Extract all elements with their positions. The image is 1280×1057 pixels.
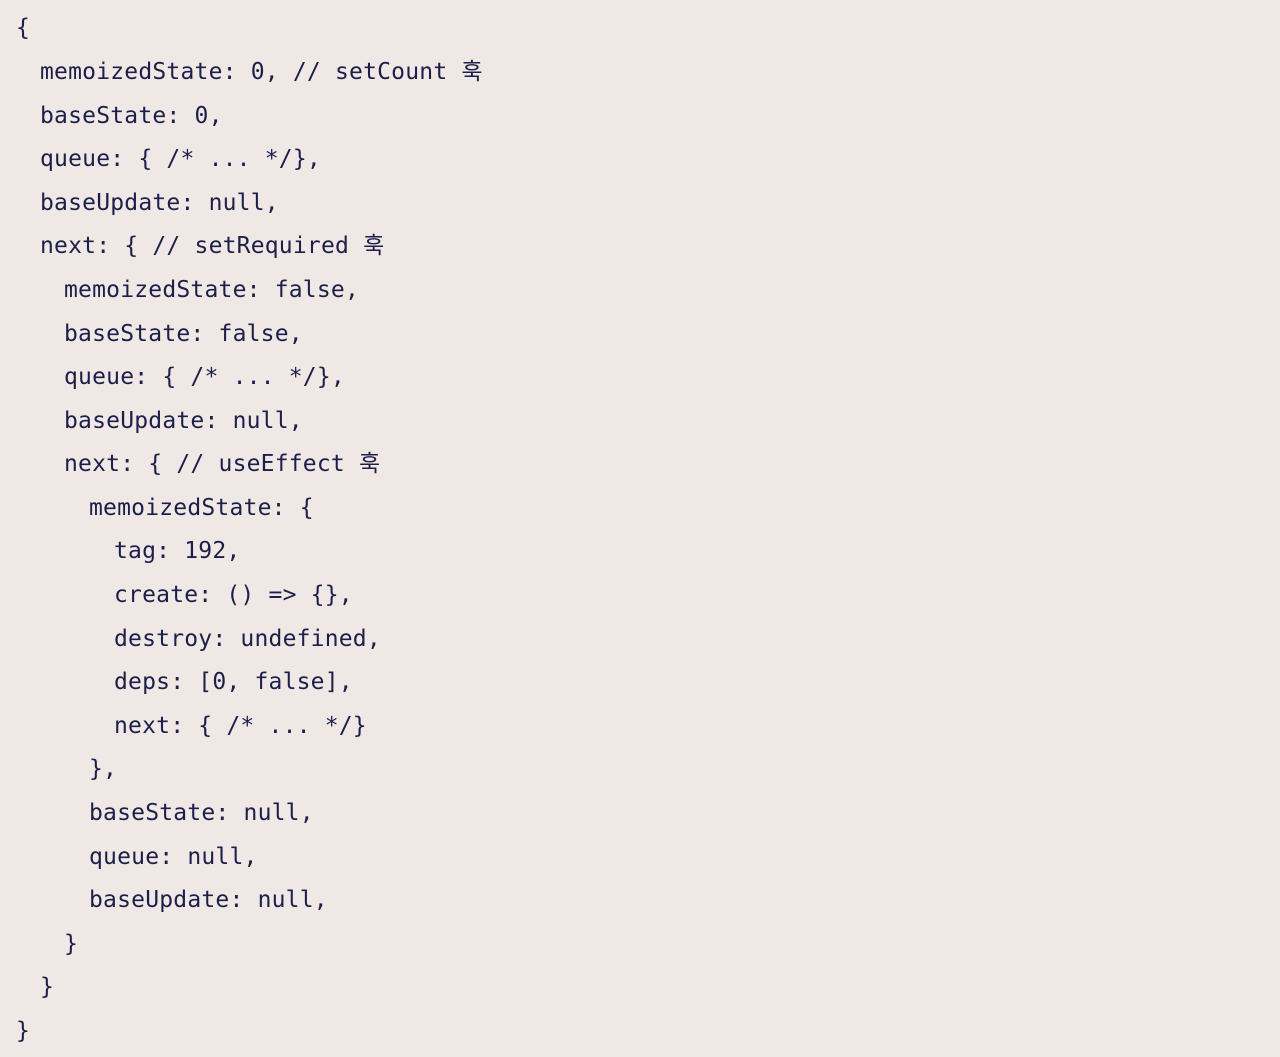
code-line: }, (89, 756, 118, 782)
code-line: baseUpdate: null, (89, 887, 328, 913)
code-line: baseUpdate: null, (40, 190, 279, 216)
code-line: next: { /* ... */} (114, 713, 367, 739)
code-line: tag: 192, (114, 538, 241, 564)
code-line: baseUpdate: null, (64, 408, 303, 434)
code-line: { (16, 15, 31, 41)
code-line: destroy: undefined, (114, 626, 381, 652)
code-line: queue: { /* ... */}, (40, 146, 321, 172)
code-block: { memoizedState: 0, // setCount 훅 baseSt… (0, 0, 1280, 1057)
code-line: memoizedState: false, (64, 277, 359, 303)
code-line: } (40, 974, 55, 1000)
code-line: memoizedState: { (89, 495, 314, 521)
code-line: } (64, 931, 79, 957)
code-line: memoizedState: 0, // setCount 훅 (40, 59, 483, 85)
code-line: create: () => {}, (114, 582, 353, 608)
code-line: } (16, 1018, 31, 1044)
code-line: queue: { /* ... */}, (64, 364, 345, 390)
code-line: baseState: 0, (40, 103, 223, 129)
code-line: deps: [0, false], (114, 669, 353, 695)
code-line: baseState: false, (64, 321, 303, 347)
code-line: queue: null, (89, 844, 258, 870)
code-line: next: { // setRequired 훅 (40, 233, 385, 259)
code-line: baseState: null, (89, 800, 314, 826)
code-line: next: { // useEffect 훅 (64, 451, 381, 477)
